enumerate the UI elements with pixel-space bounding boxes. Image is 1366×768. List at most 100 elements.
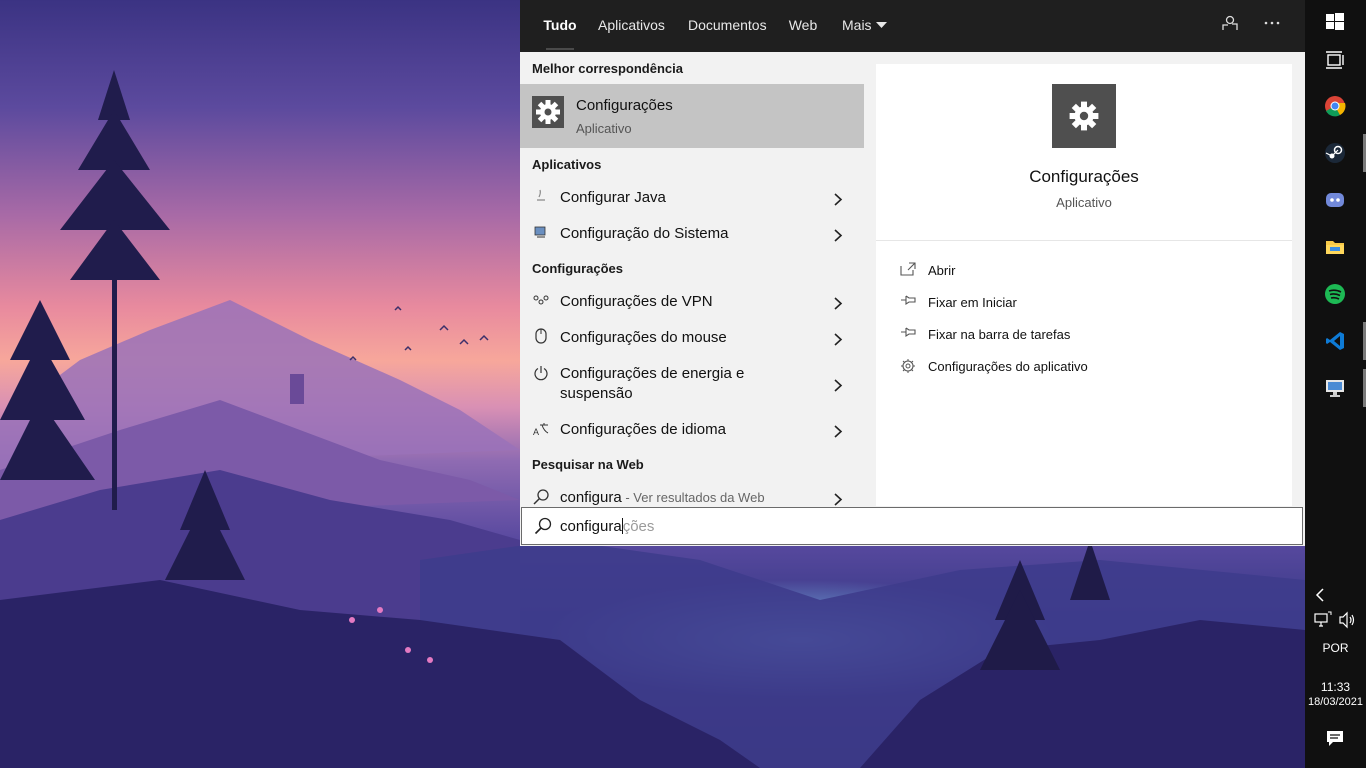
search-icon	[532, 489, 550, 506]
search-results-list: Melhor correspondência Configurações Apl…	[520, 52, 864, 506]
windows-search-panel: Tudo Aplicativos Documentos Web Mais Mel…	[520, 0, 1305, 546]
search-autocomplete-hint: ções	[622, 518, 655, 535]
taskbar-file-explorer[interactable]	[1305, 225, 1366, 269]
folder-icon	[1326, 241, 1344, 254]
windows-logo-icon	[1326, 13, 1344, 30]
notification-icon	[1327, 731, 1343, 746]
steam-icon	[1325, 143, 1345, 163]
chrome-icon	[1325, 96, 1346, 117]
more-options-button[interactable]	[1260, 14, 1284, 38]
action-pin-to-taskbar[interactable]: Fixar na barra de tarefas	[900, 326, 1280, 350]
input-language-indicator[interactable]: POR	[1305, 641, 1366, 655]
taskbar-discord[interactable]	[1305, 178, 1366, 222]
action-label: Fixar em Iniciar	[928, 295, 1017, 310]
preview-subtitle: Aplicativo	[1056, 195, 1112, 210]
taskbar-remote-desktop[interactable]	[1305, 366, 1366, 410]
result-configuracao-do-sistema[interactable]: Configuração do Sistema	[520, 222, 864, 246]
best-match-result[interactable]: Configurações Aplicativo	[520, 84, 864, 148]
web-section-heading: Pesquisar na Web	[532, 457, 644, 472]
feedback-icon	[1222, 15, 1238, 30]
settings-app-icon	[532, 96, 564, 128]
result-language-settings[interactable]: A Configurações de idioma	[520, 418, 864, 442]
tab-documents[interactable]: Documentos	[688, 0, 767, 52]
taskbar-vscode[interactable]	[1305, 319, 1366, 363]
result-vpn-settings[interactable]: Configurações de VPN	[520, 290, 864, 314]
java-icon	[532, 189, 550, 207]
action-label: Fixar na barra de tarefas	[928, 327, 1071, 342]
result-configurar-java[interactable]: Configurar Java	[520, 186, 864, 210]
result-label: Configurações de VPN	[560, 293, 713, 310]
volume-icon	[1339, 611, 1355, 629]
vpn-icon	[532, 293, 550, 311]
task-view-icon	[1326, 51, 1344, 69]
action-open[interactable]: Abrir	[900, 262, 1280, 286]
apps-section-heading: Aplicativos	[532, 157, 602, 172]
settings-section-heading: Configurações	[532, 261, 624, 276]
power-icon	[532, 365, 550, 383]
spotify-icon	[1325, 284, 1345, 304]
search-tab-bar: Tudo Aplicativos Documentos Web Mais	[520, 0, 1305, 52]
chevron-right-icon[interactable]	[834, 193, 846, 206]
chevron-right-icon[interactable]	[834, 425, 846, 438]
gear-icon	[1069, 101, 1099, 131]
network-button[interactable]	[1313, 610, 1333, 630]
chevron-right-icon[interactable]	[834, 229, 846, 242]
result-web-search[interactable]: configura - Ver resultados da Web	[520, 486, 864, 506]
result-label: Configuração do Sistema	[560, 225, 729, 242]
best-match-subtitle: Aplicativo	[576, 121, 632, 136]
action-label: Abrir	[928, 263, 956, 278]
result-power-settings[interactable]: Configurações de energia e suspensão	[520, 362, 864, 406]
open-icon	[900, 262, 916, 278]
taskbar-steam[interactable]	[1305, 131, 1366, 175]
result-mouse-settings[interactable]: Configurações do mouse	[520, 326, 864, 350]
tab-web[interactable]: Web	[788, 0, 818, 52]
result-preview-pane: Configurações Aplicativo Abrir Fixar em …	[876, 64, 1292, 506]
taskbar-spotify[interactable]	[1305, 272, 1366, 316]
chevron-right-icon[interactable]	[834, 493, 846, 506]
system-config-icon	[532, 225, 550, 243]
action-app-settings[interactable]: Configurações do aplicativo	[900, 358, 1280, 382]
result-label: Configurações de energia e suspensão	[560, 365, 745, 402]
tab-all[interactable]: Tudo	[540, 0, 580, 52]
action-label: Configurações do aplicativo	[928, 359, 1088, 374]
mouse-icon	[532, 328, 550, 346]
web-query: configura	[560, 489, 622, 506]
search-typed-text: configura	[560, 518, 622, 535]
pin-icon	[900, 326, 916, 342]
settings-app-large-icon	[1052, 84, 1116, 148]
result-label: Configurações do mouse	[560, 329, 727, 346]
best-match-title: Configurações	[576, 97, 673, 114]
task-view-button[interactable]	[1305, 38, 1366, 82]
gear-icon	[900, 358, 916, 374]
discord-icon	[1326, 193, 1344, 207]
clock-time: 11:33	[1320, 680, 1351, 694]
search-input[interactable]: configurações	[560, 518, 654, 535]
taskbar-chrome[interactable]	[1305, 84, 1366, 128]
chevron-down-icon	[876, 22, 887, 28]
divider	[876, 240, 1292, 241]
monitor-icon	[1326, 380, 1344, 397]
action-pin-to-start[interactable]: Fixar em Iniciar	[900, 294, 1280, 318]
clock-button[interactable]: 11:33 18/03/2021	[1305, 678, 1366, 714]
preview-title: Configurações	[1029, 167, 1139, 186]
chevron-left-icon	[1315, 588, 1324, 602]
tab-more[interactable]: Mais	[842, 0, 890, 52]
tab-more-label: Mais	[842, 17, 872, 33]
ellipsis-icon	[1264, 21, 1280, 25]
web-result-label: configura - Ver resultados da Web	[560, 488, 765, 506]
network-icon	[1314, 611, 1332, 627]
volume-button[interactable]	[1338, 610, 1358, 630]
vscode-icon	[1326, 332, 1344, 350]
chevron-right-icon[interactable]	[834, 333, 846, 346]
feedback-button[interactable]	[1218, 14, 1242, 38]
chevron-right-icon[interactable]	[834, 297, 846, 310]
tab-apps[interactable]: Aplicativos	[598, 0, 665, 52]
show-hidden-icons-button[interactable]	[1305, 576, 1366, 612]
chevron-right-icon[interactable]	[834, 379, 846, 392]
gear-icon	[536, 100, 560, 124]
action-center-button[interactable]	[1325, 728, 1347, 750]
web-suffix: - Ver resultados da Web	[621, 490, 765, 505]
language-icon: A	[532, 421, 550, 439]
search-box[interactable]: configurações	[521, 507, 1303, 545]
taskbar: POR 11:33 18/03/2021	[1305, 0, 1366, 768]
